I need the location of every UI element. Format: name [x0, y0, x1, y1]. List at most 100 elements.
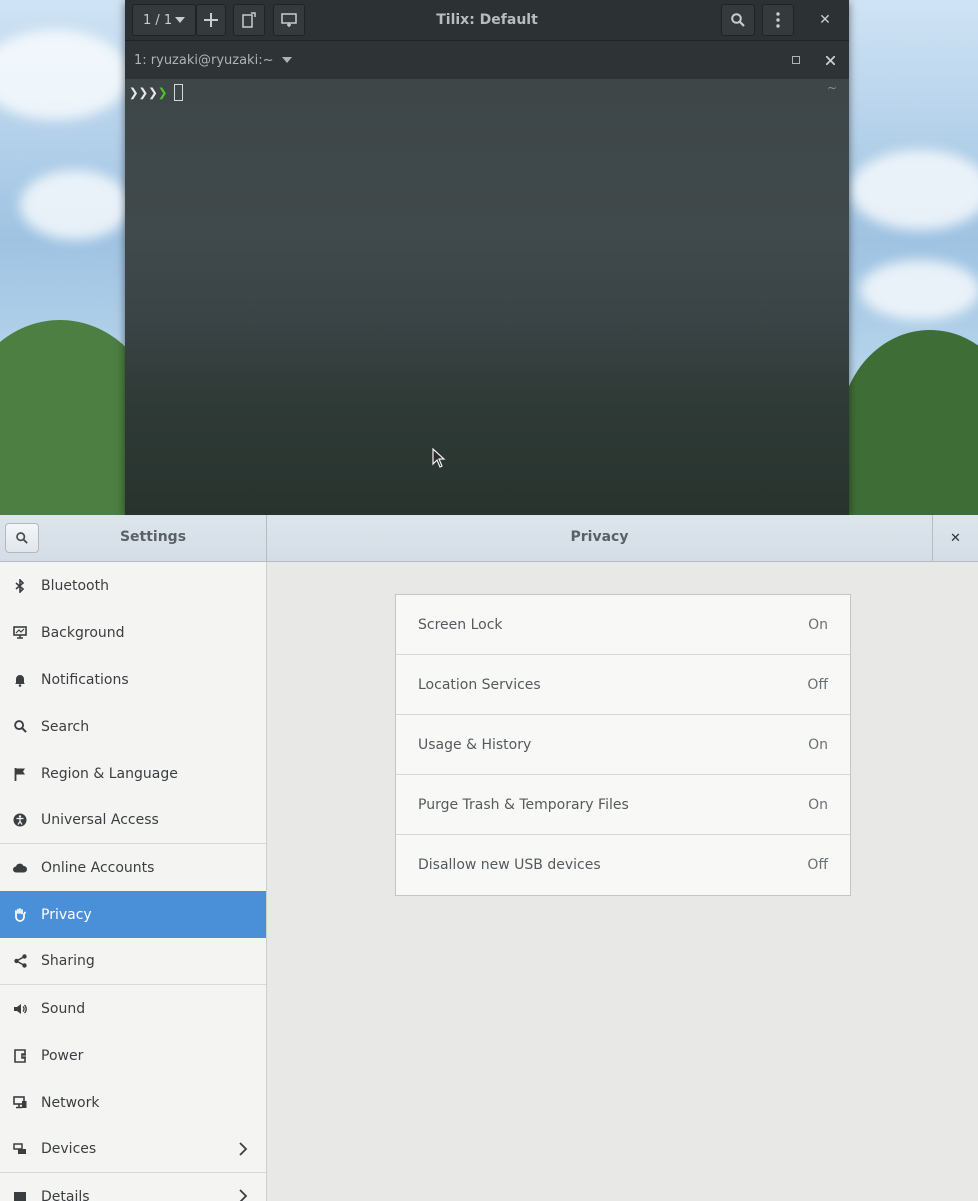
session-switcher-button[interactable]: 1 / 1 — [132, 4, 196, 36]
sidebar-item-label: Universal Access — [41, 812, 159, 828]
sidebar-item-label: Details — [41, 1188, 90, 1201]
terminal-tab[interactable]: 1: ryuzaki@ryuzaki:~ — [134, 52, 293, 68]
bluetooth-icon — [13, 578, 27, 593]
close-terminal-button[interactable] — [822, 52, 838, 68]
privacy-row-value: On — [808, 616, 828, 633]
tilix-window[interactable]: 1 / 1 Tilix: Default ✕ 1: ryuzaki@ryuzak… — [125, 0, 849, 515]
privacy-row-usb-devices[interactable]: Disallow new USB devices Off — [396, 835, 850, 895]
terminal-cursor — [173, 84, 183, 101]
sidebar-item-notifications[interactable]: Notifications — [0, 656, 266, 703]
sidebar-item-label: Bluetooth — [41, 577, 109, 594]
network-icon — [13, 1096, 27, 1110]
add-terminal-button[interactable] — [196, 4, 226, 36]
privacy-row-label: Purge Trash & Temporary Files — [418, 796, 629, 813]
terminal-tab-bar: 1: ryuzaki@ryuzaki:~ — [125, 41, 849, 80]
shell-prompt: ❯❯❯ ❯ — [129, 83, 183, 102]
privacy-row-label: Screen Lock — [418, 616, 503, 633]
panel-title: Privacy — [570, 529, 629, 545]
menu-button[interactable] — [762, 4, 794, 36]
close-icon: ✕ — [819, 12, 831, 28]
chevron-down-icon[interactable] — [282, 57, 293, 63]
chevron-right-icon — [239, 1189, 248, 1201]
search-icon — [731, 13, 745, 27]
sidebar-item-details[interactable]: Details — [0, 1173, 266, 1201]
sidebar-item-label: Privacy — [41, 906, 92, 923]
sidebar-item-bluetooth[interactable]: Bluetooth — [0, 562, 266, 609]
split-right-icon — [242, 12, 256, 28]
sidebar-item-network[interactable]: Network — [0, 1079, 266, 1126]
kebab-menu-icon — [776, 12, 780, 28]
sidebar-item-sharing[interactable]: Sharing — [0, 938, 266, 985]
privacy-row-location-services[interactable]: Location Services Off — [396, 655, 850, 715]
sidebar-item-label: Notifications — [41, 671, 129, 688]
share-icon — [13, 954, 27, 968]
settings-search-button[interactable] — [5, 523, 39, 553]
privacy-row-label: Disallow new USB devices — [418, 857, 601, 873]
plus-icon — [204, 13, 218, 27]
split-down-icon — [281, 13, 297, 27]
sidebar-item-power[interactable]: Power — [0, 1032, 266, 1079]
accessibility-icon — [13, 813, 27, 827]
sidebar-item-privacy[interactable]: Privacy — [0, 891, 266, 938]
settings-window: Settings Privacy ✕ Bluetooth Background … — [0, 515, 978, 1201]
sidebar-item-label: Background — [41, 624, 125, 641]
terminal-tab-label: 1: ryuzaki@ryuzaki:~ — [134, 52, 274, 68]
sidebar-item-label: Online Accounts — [41, 859, 155, 876]
sidebar-item-background[interactable]: Background — [0, 609, 266, 656]
window-close-button[interactable]: ✕ — [805, 4, 845, 36]
cwd-marker: ~ — [826, 81, 837, 95]
privacy-row-value: On — [808, 796, 828, 813]
sidebar-item-search[interactable]: Search — [0, 703, 266, 750]
session-counter: 1 / 1 — [143, 12, 173, 28]
sidebar-item-label: Network — [41, 1094, 100, 1111]
sidebar-item-label: Sharing — [41, 953, 95, 969]
tilix-headerbar: 1 / 1 Tilix: Default ✕ — [125, 0, 849, 41]
maximize-terminal-button[interactable] — [789, 54, 803, 66]
chevron-right-icon — [239, 1142, 248, 1156]
close-icon: ✕ — [950, 530, 961, 546]
flag-icon — [13, 767, 27, 781]
mouse-pointer-icon — [432, 448, 446, 468]
sidebar-item-region-language[interactable]: Region & Language — [0, 750, 266, 797]
bell-icon — [13, 673, 27, 687]
search-icon — [16, 532, 28, 544]
settings-sidebar-header: Settings — [0, 515, 267, 561]
maximize-icon — [792, 56, 800, 64]
sidebar-item-label: Search — [41, 718, 90, 735]
terminal-output[interactable]: ❯❯❯ ❯ ~ — [125, 79, 849, 515]
settings-close-button[interactable]: ✕ — [932, 515, 978, 561]
privacy-row-label: Location Services — [418, 676, 541, 693]
privacy-row-value: Off — [807, 676, 828, 693]
privacy-settings-list: Screen Lock On Location Services Off Usa… — [395, 594, 851, 896]
sidebar-item-universal-access[interactable]: Universal Access — [0, 797, 266, 844]
hand-icon — [13, 907, 27, 922]
sidebar-item-sound[interactable]: Sound — [0, 985, 266, 1032]
prompt-arrows: ❯❯❯ — [129, 83, 158, 102]
prompt-accent: ❯ — [157, 83, 168, 102]
search-icon — [13, 720, 27, 734]
close-icon — [825, 55, 835, 65]
find-button[interactable] — [721, 4, 755, 36]
sidebar-item-label: Power — [41, 1047, 84, 1064]
split-right-button[interactable] — [233, 4, 265, 36]
background-icon — [13, 626, 27, 640]
power-icon — [13, 1048, 27, 1063]
settings-app-title: Settings — [119, 529, 187, 545]
privacy-row-label: Usage & History — [418, 736, 532, 753]
privacy-row-usage-history[interactable]: Usage & History On — [396, 715, 850, 775]
split-down-button[interactable] — [273, 4, 305, 36]
devices-icon — [13, 1142, 27, 1156]
sidebar-item-devices[interactable]: Devices — [0, 1126, 266, 1173]
privacy-row-value: On — [808, 736, 828, 753]
details-icon — [13, 1190, 27, 1201]
chevron-down-icon — [175, 17, 185, 23]
sidebar-item-online-accounts[interactable]: Online Accounts — [0, 844, 266, 891]
privacy-row-value: Off — [807, 857, 828, 873]
privacy-row-purge-trash[interactable]: Purge Trash & Temporary Files On — [396, 775, 850, 835]
settings-sidebar: Bluetooth Background Notifications Searc… — [0, 562, 267, 1201]
settings-headerbar: Settings Privacy ✕ — [0, 515, 978, 562]
privacy-row-screen-lock[interactable]: Screen Lock On — [396, 595, 850, 655]
sidebar-item-label: Devices — [41, 1141, 97, 1157]
cloud-icon — [13, 861, 27, 875]
sidebar-item-label: Region & Language — [41, 765, 178, 782]
